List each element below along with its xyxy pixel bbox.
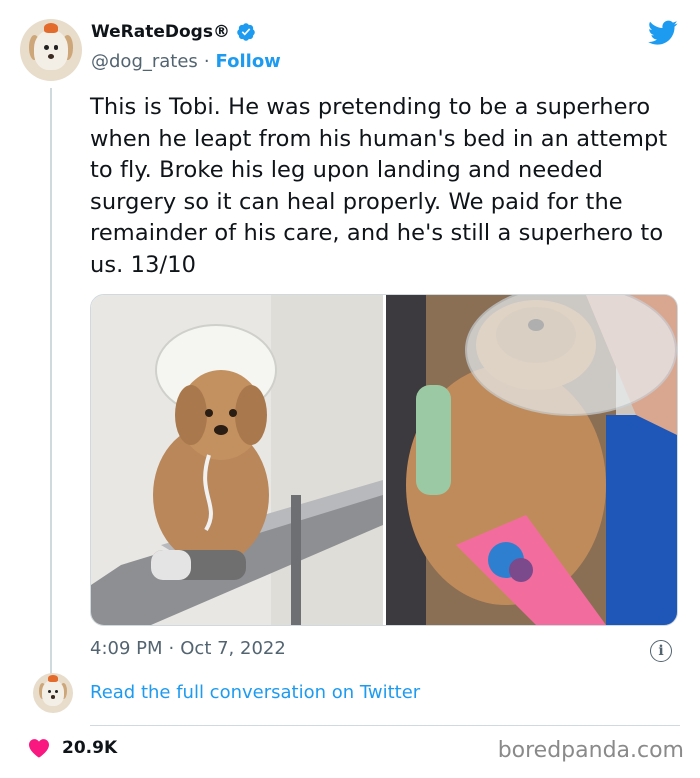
twitter-bird-icon[interactable]	[648, 20, 678, 46]
account-name-row: WeRateDogs®	[91, 22, 256, 42]
avatar-nose	[47, 53, 55, 59]
heart-icon[interactable]	[28, 738, 50, 758]
like-count: 20.9K	[62, 738, 118, 758]
read-full-conversation-link[interactable]: Read the full conversation on Twitter	[90, 682, 420, 703]
account-handle[interactable]: @dog_rates	[91, 51, 198, 72]
separator-dot: ·	[203, 51, 210, 72]
tweet-date: Oct 7, 2022	[180, 638, 286, 659]
avatar-hat	[43, 22, 59, 33]
info-icon[interactable]: i	[650, 640, 672, 662]
like-action[interactable]: 20.9K	[28, 738, 117, 758]
verified-badge-icon	[237, 23, 255, 41]
avatar-nose	[51, 695, 55, 699]
separator-dot: ·	[168, 638, 175, 659]
source-watermark: boredpanda.com	[497, 738, 684, 763]
display-name[interactable]: WeRateDogs®	[91, 22, 230, 42]
thread-connector-line	[50, 88, 52, 676]
handle-row: @dog_rates · Follow	[91, 51, 281, 72]
tweet-time: 4:09 PM	[90, 638, 163, 659]
avatar-dog-face	[41, 680, 65, 706]
follow-button[interactable]: Follow	[216, 51, 281, 72]
tweet-text: This is Tobi. He was pretending to be a …	[90, 94, 668, 278]
avatar-eye	[43, 45, 49, 50]
dog-with-pink-cast-held-photo[interactable]	[386, 295, 677, 625]
conversation-avatar[interactable]	[33, 673, 73, 713]
tweet-timestamp[interactable]: 4:09 PM · Oct 7, 2022	[90, 638, 286, 659]
avatar-hat	[48, 675, 58, 682]
dog-in-cone-on-vet-table-photo[interactable]	[91, 295, 383, 625]
tweet-media	[90, 294, 678, 626]
avatar-dog-face	[33, 30, 69, 70]
avatar-eye	[54, 689, 58, 693]
account-avatar[interactable]	[20, 19, 82, 81]
divider	[90, 725, 680, 726]
